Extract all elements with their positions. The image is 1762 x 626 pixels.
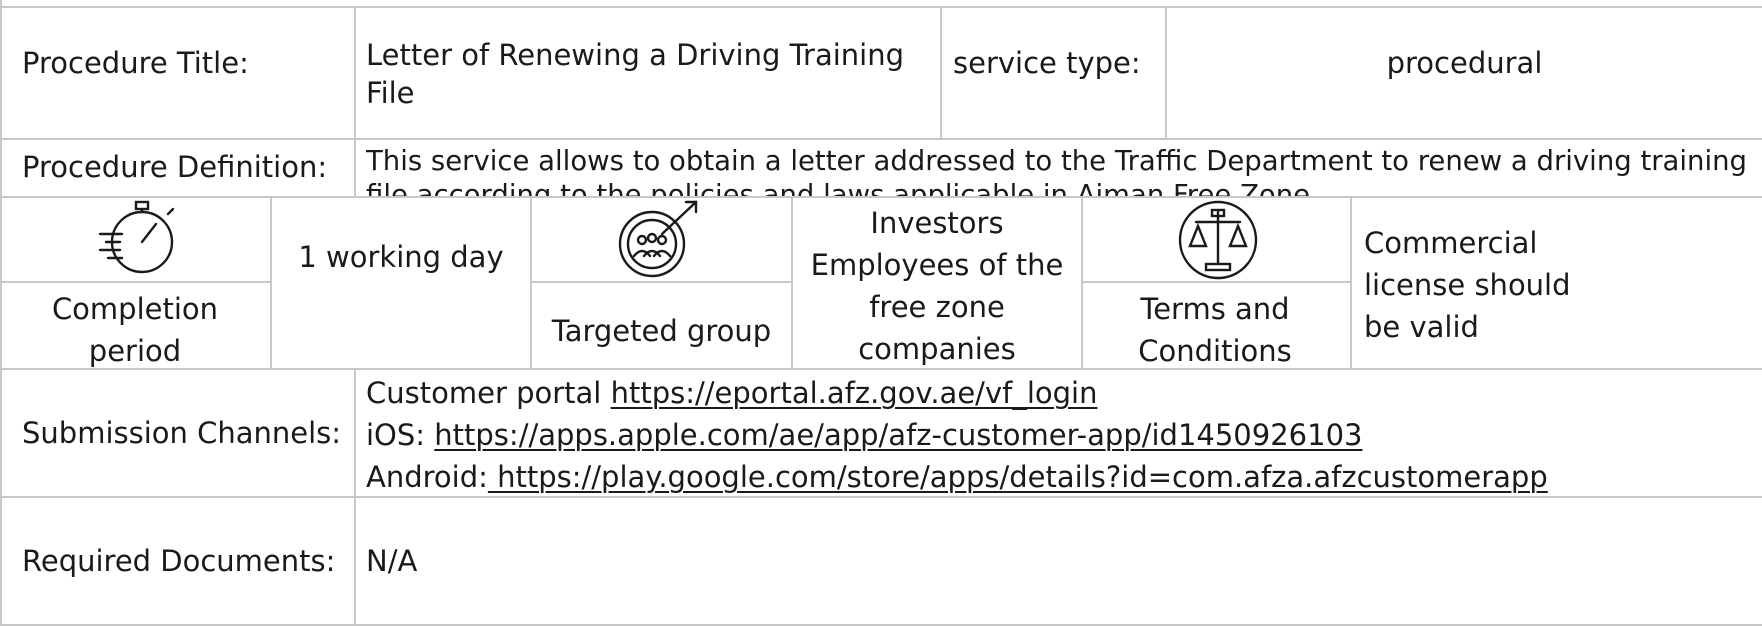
targeted-group-line: Investors [870,206,1004,240]
completion-period-label: Completion period [51,292,219,368]
ios-prefix: iOS: [366,418,435,452]
col-divider [1350,196,1352,368]
submission-channels-list: Customer portal https://eportal.afz.gov.… [366,372,1758,498]
col-divider [354,6,356,196]
procedure-title-label: Procedure Title: [22,46,249,80]
cell-divider [0,281,270,283]
required-documents-value: N/A [366,544,418,578]
targeted-group-label: Targeted group [551,314,772,348]
col-divider [940,6,942,138]
android-link[interactable]: https://play.google.com/store/apps/detai… [488,460,1548,494]
row-divider [0,6,1762,8]
service-type-label: service type: [953,46,1141,80]
procedure-definition-value: This service allows to obtain a letter a… [366,145,1747,196]
stopwatch-icon [98,200,175,274]
cell-divider [1081,281,1350,283]
row-divider [0,138,1762,140]
service-type-value: procedural [1386,46,1543,80]
ios-link[interactable]: https://apps.apple.com/ae/app/afz-custom… [434,418,1362,452]
col-divider [354,368,356,626]
cell-divider [530,281,791,283]
col-divider [270,196,272,368]
android-prefix: Android: [366,460,488,494]
android-channel: Android: https://play.google.com/store/a… [366,456,1758,498]
ios-channel: iOS: https://apps.apple.com/ae/app/afz-c… [366,414,1758,456]
targeted-group-line: free zone [869,290,1005,324]
required-documents-label: Required Documents: [22,544,336,578]
targeted-group-value: Investors Employees of the free zone com… [793,202,1081,370]
procedure-definition-label: Procedure Definition: [22,150,328,184]
submission-channels-label: Submission Channels: [22,416,342,450]
portal-link[interactable]: https://eportal.afz.gov.ae/vf_login [611,376,1098,410]
terms-line: be valid [1364,310,1479,344]
terms-line: Commercial [1364,226,1538,260]
target-group-icon [618,200,698,278]
terms-line: license should [1364,268,1571,302]
procedure-title-value: Letter of Renewing a Driving Training Fi… [366,38,905,110]
completion-period-value: 1 working day [298,240,504,274]
table-border-left [0,0,2,626]
row-divider [0,196,1762,198]
scales-icon [1178,200,1258,280]
portal-prefix: Customer portal [366,376,611,410]
portal-channel: Customer portal https://eportal.afz.gov.… [366,372,1758,414]
targeted-group-line: Employees of the [810,248,1064,282]
targeted-group-line: companies [858,332,1016,366]
terms-conditions-label: Terms and Conditions [1138,292,1292,368]
terms-conditions-value: Commercial license should be valid [1364,222,1762,348]
